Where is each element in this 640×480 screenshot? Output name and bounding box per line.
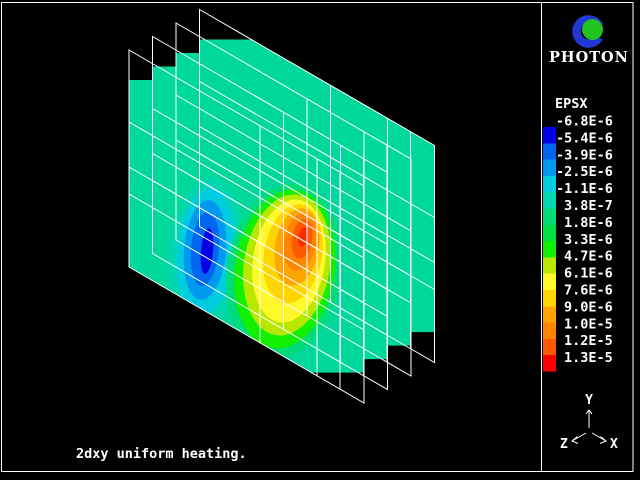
- legend-level-label: -6.8E-6: [556, 114, 613, 130]
- legend-level-label: -2.5E-6: [556, 164, 613, 180]
- z-axis-label: Z: [560, 437, 568, 452]
- legend-level-label: -1.1E-6: [556, 181, 613, 197]
- legend-colorbar: [543, 127, 556, 372]
- x-axis-label: X: [610, 437, 618, 452]
- legend-level-label: 3.8E-7: [564, 198, 613, 214]
- legend-swatch: [543, 290, 556, 306]
- z-axis-arrow-icon: [572, 433, 586, 444]
- legend-swatch: [543, 209, 556, 225]
- app-canvas: PHOTON EPSX -6.8E-6-5.4E-6-3.9E-6-2.5E-6…: [0, 0, 640, 480]
- legend: EPSX -6.8E-6-5.4E-6-3.9E-6-2.5E-6-1.1E-6…: [543, 96, 613, 372]
- legend-level-label: 1.2E-5: [564, 333, 613, 349]
- legend-level-label: 4.7E-6: [564, 249, 613, 265]
- photon-logo: PHOTON: [549, 15, 629, 66]
- legend-swatch: [543, 257, 556, 273]
- legend-level-label: 6.1E-6: [564, 266, 613, 282]
- legend-swatch: [543, 127, 556, 143]
- y-axis-arrow-icon: [586, 410, 592, 428]
- legend-swatch: [543, 323, 556, 339]
- legend-level-label: 1.8E-6: [564, 215, 613, 231]
- plot-viewport[interactable]: [129, 10, 435, 404]
- legend-level-label: 7.6E-6: [564, 283, 613, 299]
- x-axis-arrow-icon: [592, 433, 606, 444]
- legend-swatch: [543, 274, 556, 290]
- y-axis-label: Y: [585, 393, 593, 408]
- legend-swatch: [543, 225, 556, 241]
- logo-ball-icon: [582, 19, 603, 40]
- legend-swatch: [543, 306, 556, 322]
- legend-swatch: [543, 339, 556, 355]
- legend-swatch: [543, 176, 556, 192]
- logo-wordmark: PHOTON: [549, 49, 629, 66]
- legend-level-label: 1.3E-5: [564, 350, 613, 366]
- legend-swatch: [543, 143, 556, 159]
- legend-level-label: 1.0E-5: [564, 316, 613, 332]
- legend-title: EPSX: [555, 96, 588, 112]
- legend-level-label: 3.3E-6: [564, 232, 613, 248]
- legend-level-label: -3.9E-6: [556, 147, 613, 163]
- legend-swatch: [543, 160, 556, 176]
- legend-swatch: [543, 192, 556, 208]
- legend-level-label: -5.4E-6: [556, 130, 613, 146]
- legend-swatch: [543, 355, 556, 371]
- legend-level-label: 9.0E-6: [564, 299, 613, 315]
- plot-caption: 2dxy uniform heating.: [76, 446, 247, 462]
- photon-app-window: PHOTON EPSX -6.8E-6-5.4E-6-3.9E-6-2.5E-6…: [0, 0, 640, 480]
- legend-swatch: [543, 241, 556, 257]
- legend-level-labels: -6.8E-6-5.4E-6-3.9E-6-2.5E-6-1.1E-63.8E-…: [556, 114, 613, 367]
- axis-triad: Y Z X: [560, 393, 618, 452]
